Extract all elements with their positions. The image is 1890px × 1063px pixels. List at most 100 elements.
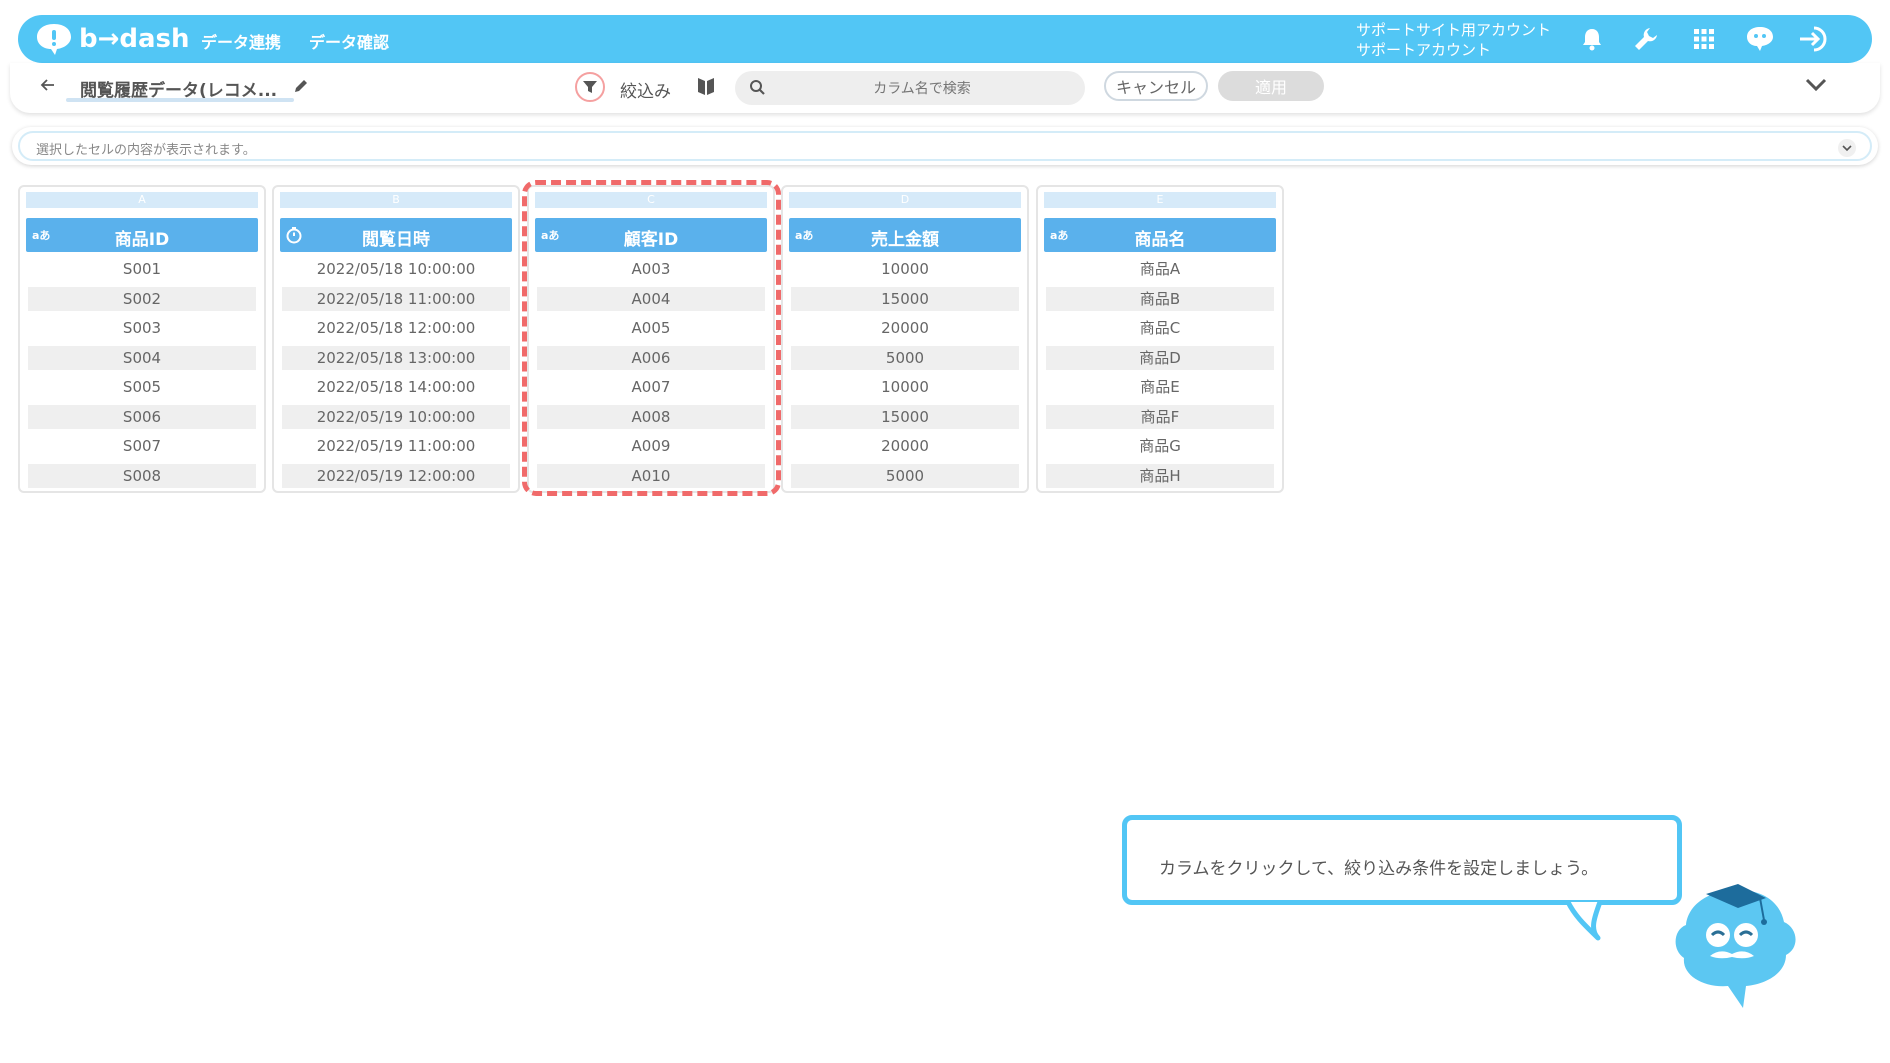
- filter-label: 絞込み: [620, 82, 671, 102]
- apply-button[interactable]: 適用: [1218, 71, 1324, 101]
- cell[interactable]: 2022/05/18 14:00:00: [282, 375, 510, 399]
- cell[interactable]: S005: [28, 375, 256, 399]
- cell[interactable]: S002: [28, 286, 256, 311]
- column-name: 商品ID: [114, 230, 170, 250]
- cell[interactable]: S008: [28, 463, 256, 488]
- cell-content-placeholder: 選択したセルの内容が表示されます。: [36, 143, 256, 158]
- column-card[interactable]: Eaあ 商品名商品A 商品B 商品C 商品D 商品E 商品F 商品G 商品H: [1036, 185, 1284, 493]
- chevron-down-icon[interactable]: [1804, 77, 1828, 97]
- filter-button[interactable]: [575, 72, 605, 102]
- account-user: サポートアカウント: [1356, 41, 1492, 59]
- logout-icon[interactable]: [1798, 23, 1830, 55]
- back-arrow-icon[interactable]: [40, 77, 56, 97]
- cell[interactable]: S004: [28, 345, 256, 370]
- cell[interactable]: A010: [537, 463, 765, 488]
- column-letter: C: [535, 192, 767, 208]
- cell[interactable]: 商品H: [1046, 463, 1274, 488]
- cell[interactable]: A005: [537, 316, 765, 340]
- column-card[interactable]: Aaあ 商品ID S001 S002 S003 S004 S005 S006 S007 S008: [18, 185, 266, 493]
- column-header[interactable]: aあ 売上金額: [789, 218, 1021, 252]
- nav-data-check[interactable]: データ確認: [309, 29, 389, 53]
- column-rows: 2022/05/18 10:00:00 2022/05/18 11:00:00 20…: [282, 257, 510, 493]
- cell[interactable]: 2022/05/19 11:00:00: [282, 434, 510, 458]
- cell[interactable]: 15000: [791, 404, 1019, 429]
- column-search-input[interactable]: [775, 71, 1069, 107]
- cell[interactable]: 20000: [791, 316, 1019, 340]
- column-name: 売上金額: [871, 230, 939, 250]
- cell[interactable]: 2022/05/18 12:00:00: [282, 316, 510, 340]
- grid-icon[interactable]: [1688, 23, 1720, 55]
- cell[interactable]: 商品A: [1046, 257, 1274, 281]
- bell-icon[interactable]: [1576, 23, 1608, 55]
- logo-text: b→dash: [79, 24, 190, 54]
- cell[interactable]: S001: [28, 257, 256, 281]
- tooltip-bubble: カラムをクリックして、絞り込み条件を設定しましょう。: [1122, 815, 1682, 905]
- pencil-icon[interactable]: [292, 77, 310, 99]
- cell[interactable]: 2022/05/18 10:00:00: [282, 257, 510, 281]
- column-header[interactable]: aあ 商品ID: [26, 218, 258, 252]
- chat-icon[interactable]: [1744, 23, 1776, 55]
- account-site: サポートサイト用アカウント: [1356, 21, 1552, 39]
- cell[interactable]: 20000: [791, 434, 1019, 458]
- column-letter: A: [26, 192, 258, 208]
- guide-book-icon[interactable]: [696, 75, 716, 101]
- top-header: b→dash データ連携 データ確認 サポートサイト用アカウント サポートアカウ…: [18, 15, 1872, 63]
- cell[interactable]: 商品D: [1046, 345, 1274, 370]
- cell[interactable]: 5000: [791, 345, 1019, 370]
- dataset-title-underline: [66, 98, 294, 102]
- logo-bubble-icon: [37, 24, 71, 55]
- toolbar: 閲覧履歴データ(レコメ... 絞込み キャンセル 適用: [10, 63, 1880, 113]
- column-letter: E: [1044, 192, 1276, 208]
- cell[interactable]: 2022/05/18 11:00:00: [282, 286, 510, 311]
- nav-data-integration[interactable]: データ連携: [201, 29, 281, 53]
- cell[interactable]: A008: [537, 404, 765, 429]
- column-header[interactable]: aあ 商品名: [1044, 218, 1276, 252]
- column-rows: 10000 15000 20000 5000 10000 15000 20000 5000: [791, 257, 1019, 493]
- cell[interactable]: 15000: [791, 286, 1019, 311]
- column-name: 閲覧日時: [362, 230, 430, 250]
- cell[interactable]: 2022/05/19 10:00:00: [282, 404, 510, 429]
- column-header[interactable]: aあ 顧客ID: [535, 218, 767, 252]
- cell[interactable]: 商品C: [1046, 316, 1274, 340]
- cell[interactable]: S006: [28, 404, 256, 429]
- cell[interactable]: 商品E: [1046, 375, 1274, 399]
- account-info[interactable]: サポートサイト用アカウント サポートアカウント: [1356, 20, 1551, 60]
- cell[interactable]: A007: [537, 375, 765, 399]
- wrench-icon[interactable]: [1630, 23, 1662, 55]
- cancel-button[interactable]: キャンセル: [1104, 71, 1208, 101]
- cell[interactable]: 10000: [791, 257, 1019, 281]
- cell[interactable]: 商品B: [1046, 286, 1274, 311]
- column-rows: S001 S002 S003 S004 S005 S006 S007 S008: [28, 257, 256, 493]
- cell-content-frame: 選択したセルの内容が表示されます。: [18, 131, 1872, 161]
- tooltip-text: カラムをクリックして、絞り込み条件を設定しましょう。: [1159, 859, 1599, 879]
- column-name: 商品名: [1134, 230, 1186, 250]
- bdash-logo[interactable]: b→dash: [35, 21, 190, 57]
- cell[interactable]: 2022/05/18 13:00:00: [282, 345, 510, 370]
- expand-chevron-icon[interactable]: [1838, 139, 1856, 157]
- column-header[interactable]: 閲覧日時: [280, 218, 512, 252]
- column-card[interactable]: Daあ 売上金額 10000 15000 20000 5000 10000 15000 2000…: [781, 185, 1029, 493]
- cell[interactable]: A003: [537, 257, 765, 281]
- column-search[interactable]: [735, 71, 1085, 107]
- column-card[interactable]: B 閲覧日時 2022/05/18 10:00:00 2022/05/18 11:00…: [272, 185, 520, 493]
- cell[interactable]: 10000: [791, 375, 1019, 399]
- search-icon: [750, 80, 765, 95]
- cell[interactable]: A006: [537, 345, 765, 370]
- cell[interactable]: 商品G: [1046, 434, 1274, 458]
- cell[interactable]: S003: [28, 316, 256, 340]
- cell[interactable]: 2022/05/19 12:00:00: [282, 463, 510, 488]
- cell[interactable]: 5000: [791, 463, 1019, 488]
- cell[interactable]: 商品F: [1046, 404, 1274, 429]
- cell[interactable]: S007: [28, 434, 256, 458]
- mascot-character-icon: [1675, 884, 1796, 1008]
- column-letter: B: [280, 192, 512, 208]
- cell[interactable]: A004: [537, 286, 765, 311]
- column-rows: 商品A 商品B 商品C 商品D 商品E 商品F 商品G 商品H: [1046, 257, 1274, 493]
- bubble-tail: [1562, 900, 1603, 941]
- cell[interactable]: A009: [537, 434, 765, 458]
- funnel-icon: [583, 81, 597, 93]
- column-card[interactable]: Caあ 顧客ID A003 A004 A005 A006 A007 A008 A009 A010: [527, 185, 775, 493]
- column-letter: D: [789, 192, 1021, 208]
- cell-content-bar[interactable]: 選択したセルの内容が表示されます。: [12, 127, 1878, 165]
- column-name: 顧客ID: [623, 230, 679, 250]
